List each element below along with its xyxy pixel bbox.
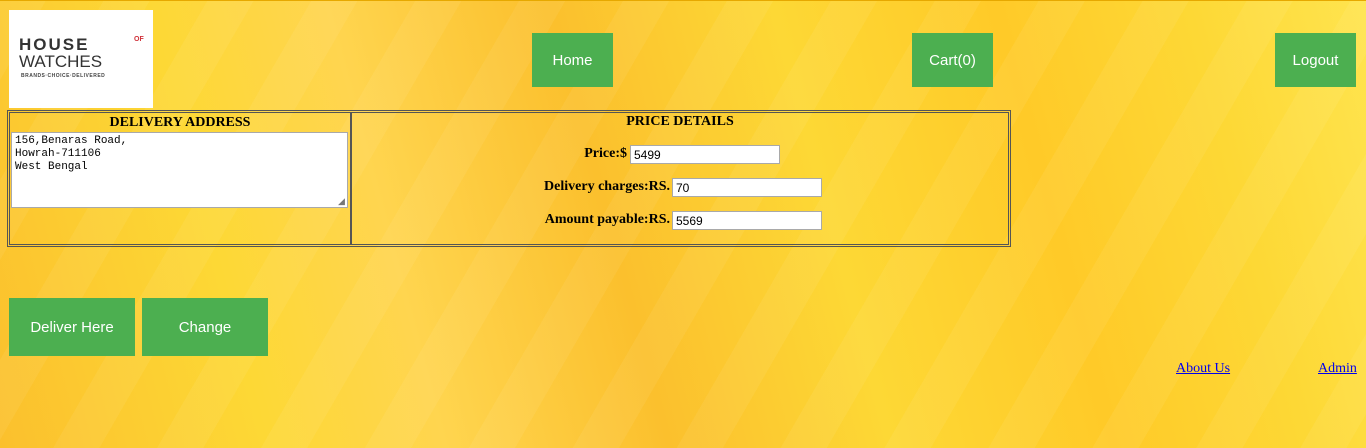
admin-link[interactable]: Admin <box>1318 361 1357 377</box>
home-button[interactable]: Home <box>532 33 613 87</box>
logo-of: OF <box>134 36 144 43</box>
delivery-charges-input[interactable] <box>672 178 822 197</box>
cart-button[interactable]: Cart(0) <box>912 33 993 87</box>
logo-line2: WATCHES <box>19 52 103 71</box>
deliver-here-button[interactable]: Deliver Here <box>9 298 135 356</box>
delivery-charges-label: Delivery charges:RS. <box>544 179 670 194</box>
price-input[interactable] <box>630 145 780 164</box>
delivery-address-textarea[interactable]: 156,Benaras Road, Howrah-711106 West Ben… <box>11 132 348 208</box>
delivery-address-heading: DELIVERY ADDRESS <box>109 115 251 130</box>
logout-button[interactable]: Logout <box>1275 33 1356 87</box>
change-button[interactable]: Change <box>142 298 268 356</box>
logo-line1: HOUSE <box>19 35 90 54</box>
price-label: Price:$ <box>584 146 627 161</box>
logo-tagline: BRANDS·CHOICE·DELIVERED <box>21 73 106 79</box>
amount-payable-label: Amount payable:RS. <box>544 212 670 227</box>
house-of-watches-logo: HOUSE OF WATCHES BRANDS·CHOICE·DELIVERED <box>9 10 153 108</box>
price-details-heading: PRICE DETAILS <box>626 114 734 129</box>
amount-payable-input[interactable] <box>672 211 822 230</box>
about-us-link[interactable]: About Us <box>1176 361 1230 377</box>
top-border <box>0 0 1366 1</box>
resize-grip-icon[interactable]: ◢ <box>338 198 346 207</box>
